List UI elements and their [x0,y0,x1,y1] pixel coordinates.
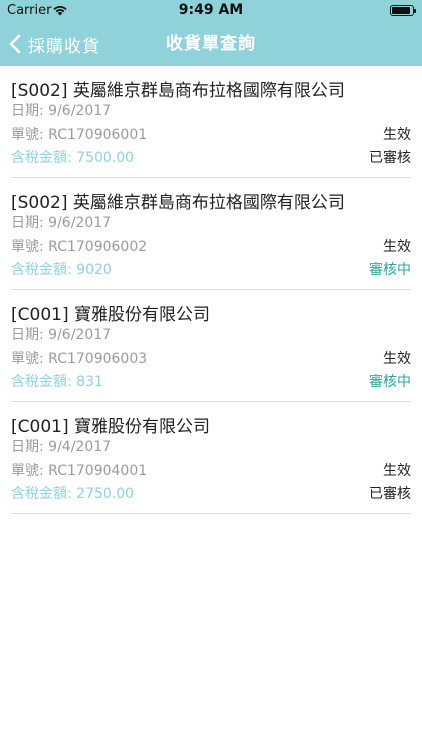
date-label: 日期: [11,327,44,343]
app-root: Carrier 9:49 AM 採購收貨 收貨單查詢 [S002] 英屬維京群島… [0,0,422,750]
number-value: RC170904001 [48,463,148,479]
date-line: 日期: 9/4/2017 [11,437,411,457]
number-value: RC170906003 [48,351,148,367]
amount-value: 7500.00 [76,150,135,166]
date-label: 日期: [11,103,44,119]
date-value: 9/6/2017 [48,103,112,119]
review-status: 審核中 [369,374,411,390]
date-value: 9/6/2017 [48,215,112,231]
state-badge: 生效 [383,239,411,255]
status-time: 9:49 AM [178,2,244,18]
supplier-name: [S002] 英屬維京群島商布拉格國際有限公司 [11,193,345,213]
amount-line: 含稅金額: 9020 審核中 [11,260,411,280]
number-value: RC170906002 [48,239,148,255]
amount-value: 2750.00 [76,486,135,502]
header: Carrier 9:49 AM 採購收貨 收貨單查詢 [0,0,422,66]
date-line: 日期: 9/6/2017 [11,213,411,233]
state-badge: 生效 [383,127,411,143]
page-title: 收貨單查詢 [166,34,256,54]
amount-line: 含稅金額: 7500.00 已審核 [11,148,411,168]
date-label: 日期: [11,439,44,455]
date-line: 日期: 9/6/2017 [11,101,411,121]
battery-icon [390,5,416,16]
nav-bar: 採購收貨 收貨單查詢 [0,22,422,66]
list-item[interactable]: [S002] 英屬維京群島商布拉格國際有限公司 日期: 9/6/2017 單號:… [0,66,422,178]
supplier-name: [C001] 寶雅股份有限公司 [11,417,210,437]
number-label: 單號: [11,127,44,143]
amount-line: 含稅金額: 2750.00 已審核 [11,484,411,504]
number-label: 單號: [11,351,44,367]
review-status: 已審核 [369,486,411,502]
amount-label: 含稅金額: [11,150,72,166]
amount-label: 含稅金額: [11,374,72,390]
state-badge: 生效 [383,463,411,479]
divider [11,513,411,514]
date-label: 日期: [11,215,44,231]
number-label: 單號: [11,239,44,255]
review-status: 已審核 [369,150,411,166]
supplier-name: [C001] 寶雅股份有限公司 [11,305,210,325]
supplier-name: [S002] 英屬維京群島商布拉格國際有限公司 [11,81,345,101]
date-value: 9/4/2017 [48,439,112,455]
amount-value: 831 [76,374,103,390]
number-line: 單號: RC170906002 生效 [11,237,411,257]
date-value: 9/6/2017 [48,327,112,343]
status-bar: Carrier 9:49 AM [0,0,422,22]
list-item[interactable]: [C001] 寶雅股份有限公司 日期: 9/6/2017 單號: RC17090… [0,290,422,402]
amount-label: 含稅金額: [11,262,72,278]
number-line: 單號: RC170906001 生效 [11,125,411,145]
state-badge: 生效 [383,351,411,367]
number-value: RC170906001 [48,127,148,143]
amount-line: 含稅金額: 831 審核中 [11,372,411,392]
number-label: 單號: [11,463,44,479]
amount-value: 9020 [76,262,112,278]
list-item[interactable]: [S002] 英屬維京群島商布拉格國際有限公司 日期: 9/6/2017 單號:… [0,178,422,290]
battery-level [392,7,410,14]
number-line: 單號: RC170904001 生效 [11,461,411,481]
date-line: 日期: 9/6/2017 [11,325,411,345]
review-status: 審核中 [369,262,411,278]
list-item[interactable]: [C001] 寶雅股份有限公司 日期: 9/4/2017 單號: RC17090… [0,402,422,514]
number-line: 單號: RC170906003 生效 [11,349,411,369]
amount-label: 含稅金額: [11,486,72,502]
receipt-list: [S002] 英屬維京群島商布拉格國際有限公司 日期: 9/6/2017 單號:… [0,66,422,514]
